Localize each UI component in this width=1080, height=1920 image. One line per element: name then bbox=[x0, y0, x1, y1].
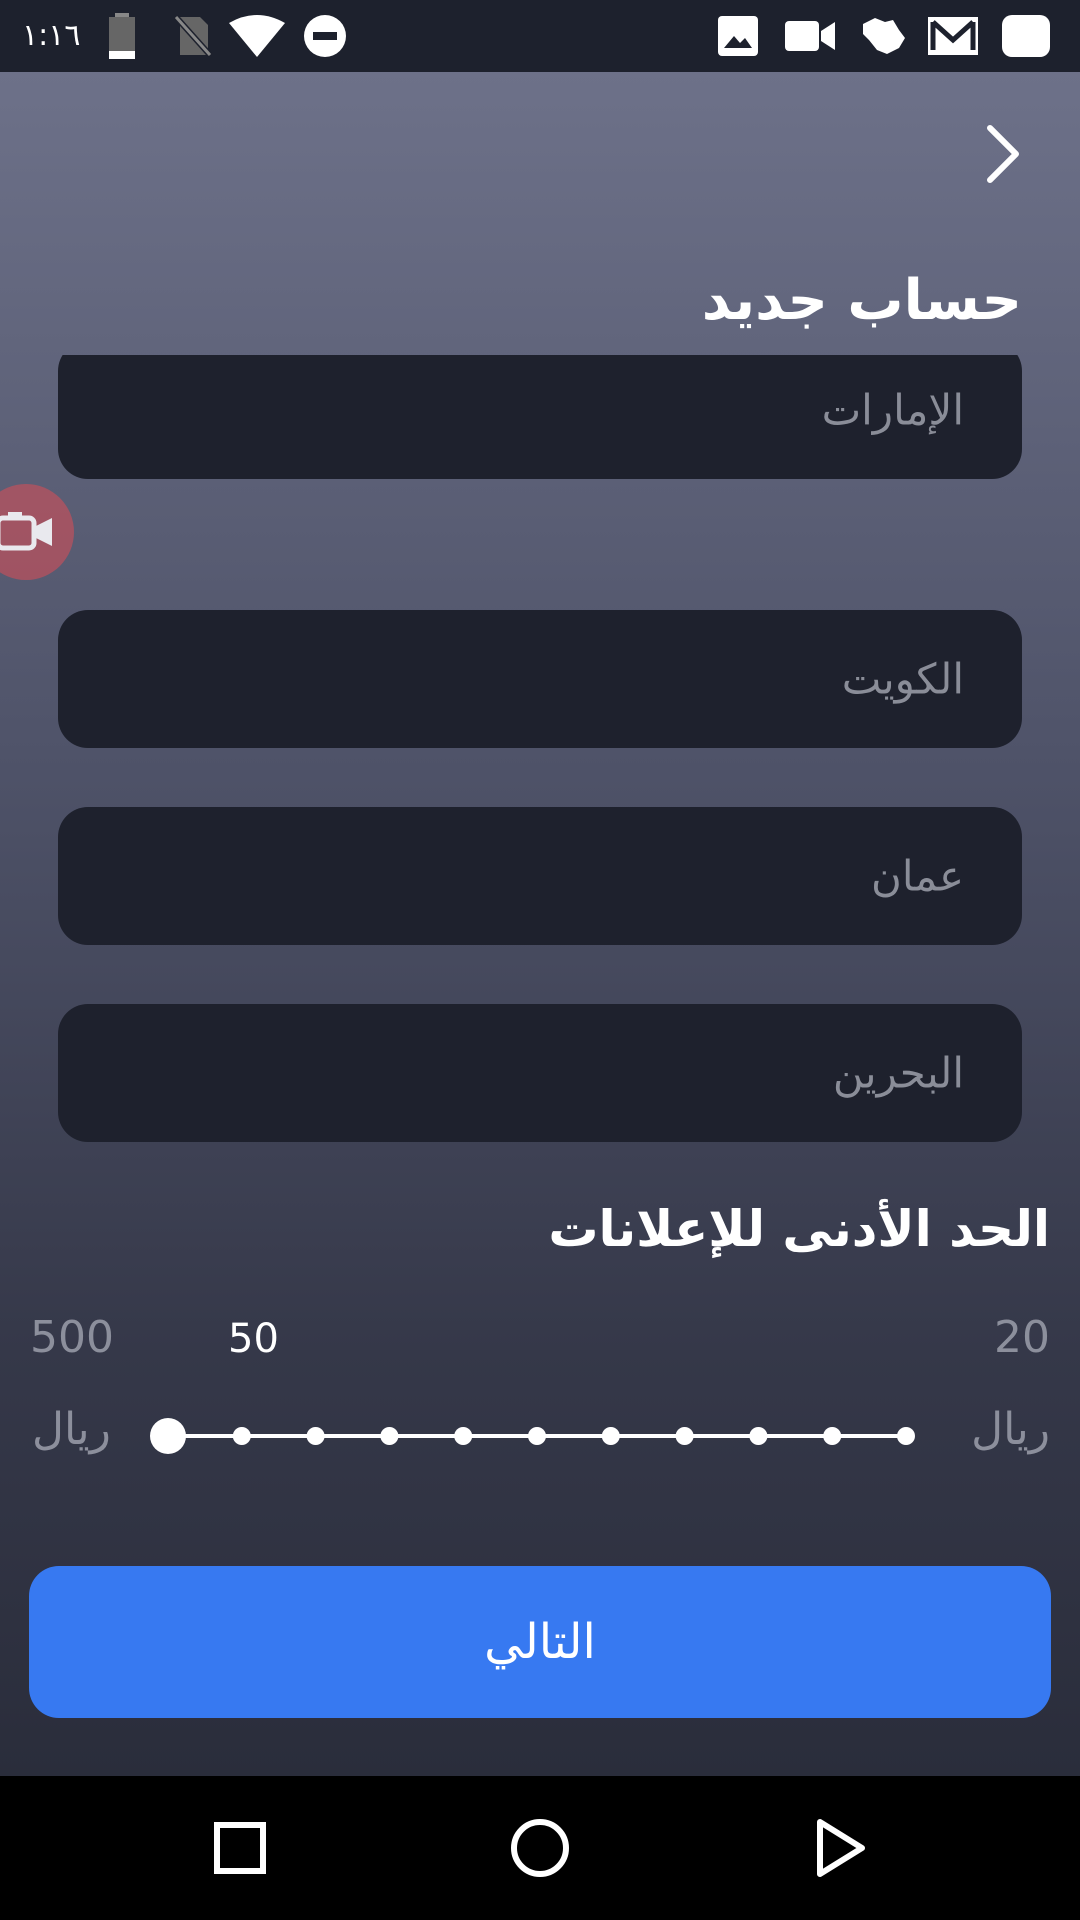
slider-tick[interactable] bbox=[823, 1427, 842, 1445]
do-not-disturb-icon bbox=[302, 12, 348, 60]
recents-square-icon bbox=[214, 1822, 266, 1874]
next-button[interactable]: التالي bbox=[29, 1566, 1051, 1718]
gmail-icon bbox=[926, 12, 980, 60]
status-bar: ١:١٦ bbox=[0, 0, 1080, 72]
slider-tick[interactable] bbox=[454, 1427, 473, 1445]
country-label: البحرين bbox=[832, 1048, 964, 1098]
screen-record-icon bbox=[0, 512, 52, 551]
country-label: الكويت bbox=[841, 654, 964, 704]
min-ads-slider[interactable] bbox=[0, 1372, 1080, 1492]
min-ads-title: الحد الأدنى للإعلانات bbox=[548, 1200, 1050, 1258]
slider-tick[interactable] bbox=[897, 1427, 915, 1445]
home-button[interactable] bbox=[500, 1808, 580, 1888]
country-label: الإمارات bbox=[821, 385, 964, 435]
slider-tick[interactable] bbox=[306, 1427, 325, 1445]
battery-icon bbox=[104, 12, 140, 60]
saudi-map-icon bbox=[858, 12, 908, 60]
home-circle-icon bbox=[511, 1819, 569, 1877]
notification-icon bbox=[1000, 12, 1052, 60]
video-camera-icon bbox=[784, 12, 836, 60]
country-list[interactable]: الإمارات الكويت عمان البحرين bbox=[58, 355, 1022, 1165]
country-option-bahrain[interactable]: البحرين bbox=[58, 1004, 1022, 1142]
country-option-uae[interactable]: الإمارات bbox=[58, 355, 1022, 479]
slider-thumb[interactable] bbox=[150, 1418, 186, 1454]
slider-tick[interactable] bbox=[749, 1427, 768, 1445]
navigation-bar bbox=[0, 1776, 1080, 1920]
country-option-oman[interactable]: عمان bbox=[58, 807, 1022, 945]
slider-current-value: 50 bbox=[228, 1316, 279, 1362]
new-account-screen: حساب جديد الإمارات الكويت عمان البحرين ا… bbox=[0, 72, 1080, 1776]
status-time: ١:١٦ bbox=[22, 18, 81, 53]
no-sim-icon bbox=[172, 12, 214, 60]
recents-button[interactable] bbox=[200, 1808, 280, 1888]
slider-tick[interactable] bbox=[528, 1427, 546, 1445]
country-option-kuwait[interactable]: الكويت bbox=[58, 610, 1022, 748]
min-ads-slider-section: 500 20 50 ريال ريال bbox=[0, 1312, 1080, 1512]
chevron-right-icon bbox=[987, 125, 1019, 183]
slider-tick[interactable] bbox=[675, 1427, 694, 1445]
slider-tick[interactable] bbox=[601, 1427, 620, 1445]
slider-min-label: 20 bbox=[994, 1312, 1050, 1363]
image-icon bbox=[716, 12, 760, 60]
page-title: حساب جديد bbox=[701, 268, 1022, 333]
back-triangle-icon bbox=[817, 1819, 865, 1877]
slider-max-label: 500 bbox=[30, 1312, 114, 1363]
slider-tick[interactable] bbox=[232, 1427, 251, 1445]
back-nav-button[interactable] bbox=[800, 1808, 880, 1888]
back-button[interactable] bbox=[972, 124, 1032, 184]
slider-tick[interactable] bbox=[380, 1427, 399, 1445]
wifi-icon bbox=[228, 12, 286, 60]
country-label: عمان bbox=[871, 851, 964, 901]
